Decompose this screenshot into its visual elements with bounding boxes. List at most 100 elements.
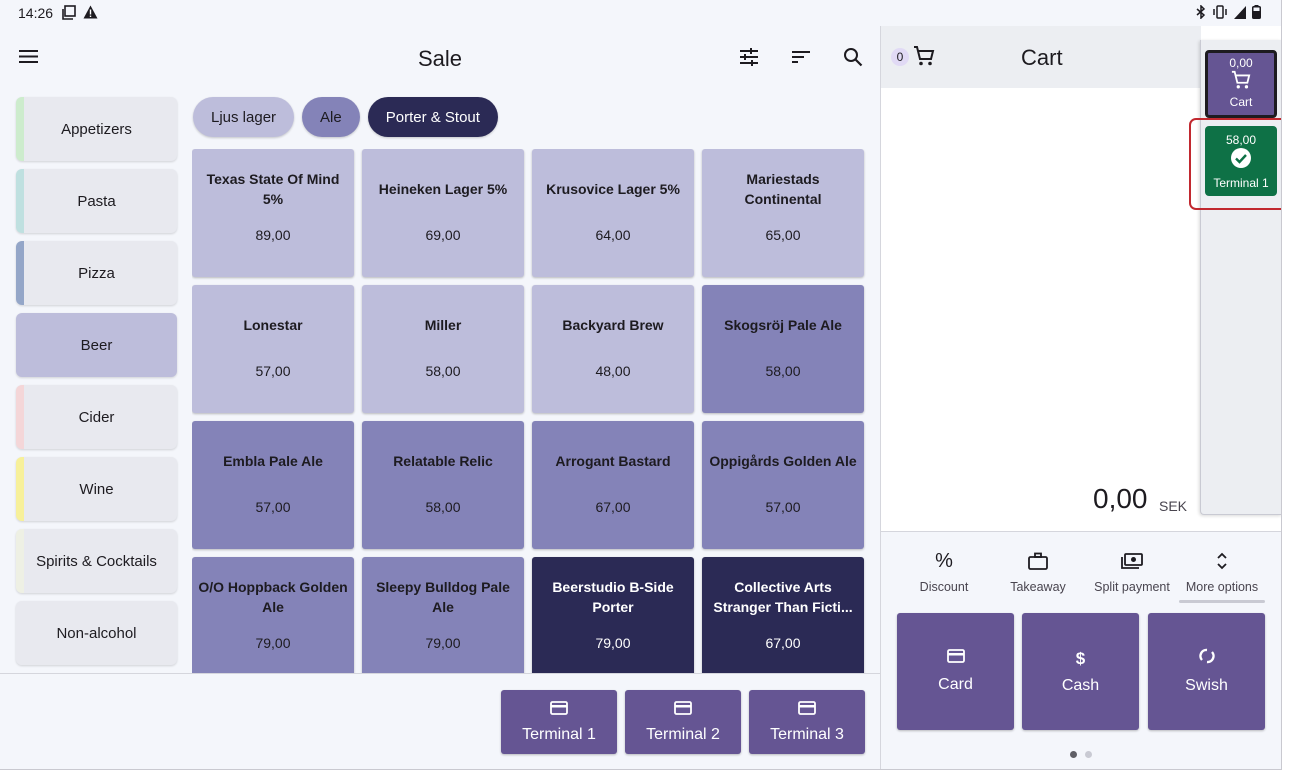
category-stripe — [16, 241, 24, 305]
swish-payment-button[interactable]: Swish — [1148, 613, 1265, 730]
product-tile[interactable]: Collective Arts Stranger Than Ficti... 67… — [702, 557, 864, 674]
cart-icon — [1230, 70, 1252, 95]
vibrate-icon — [1212, 5, 1228, 22]
category-stripe — [16, 169, 24, 233]
product-tile[interactable]: Beerstudio B-Side Porter 79,00 — [532, 557, 694, 674]
more-options-indicator — [1179, 600, 1265, 603]
category-label: Spirits & Cocktails — [36, 552, 157, 570]
product-price: 57,00 — [765, 499, 801, 515]
briefcase-icon — [1028, 550, 1048, 572]
category-cider[interactable]: Cider — [16, 385, 177, 449]
product-tile[interactable]: Miller 58,00 — [362, 285, 524, 413]
dollar-icon: $ — [1075, 648, 1086, 668]
bluetooth-icon — [1196, 4, 1206, 22]
product-tile[interactable]: Embla Pale Ale 57,00 — [192, 421, 354, 549]
product-tile[interactable]: O/O Hoppback Golden Ale 79,00 — [192, 557, 354, 674]
category-label: Wine — [79, 480, 114, 498]
category-label: Pasta — [77, 192, 116, 210]
cart-header: 0 Cart — [881, 26, 1201, 88]
action-label: Split payment — [1094, 580, 1170, 594]
product-price: 64,00 — [595, 227, 631, 243]
product-name: Oppigårds Golden Ale — [709, 453, 857, 469]
product-price: 65,00 — [765, 227, 801, 243]
category-pasta[interactable]: Pasta — [16, 169, 177, 233]
chip-ljus-lager[interactable]: Ljus lager — [193, 97, 295, 137]
discount-button[interactable]: % Discount — [897, 550, 991, 598]
product-tile[interactable]: Sleepy Bulldog Pale Ale 79,00 — [362, 557, 524, 674]
terminal-1-button[interactable]: Terminal 1 — [501, 690, 617, 754]
screenshot-icon — [62, 5, 77, 23]
product-price: 79,00 — [595, 635, 631, 651]
category-wine[interactable]: Wine — [16, 457, 177, 521]
card-payment-button[interactable]: Card — [897, 613, 1014, 730]
product-name: O/O Hoppback Golden Ale — [198, 579, 348, 615]
product-price: 57,00 — [255, 363, 291, 379]
product-tile[interactable]: Skogsröj Pale Ale 58,00 — [702, 285, 864, 413]
card-icon — [550, 700, 568, 720]
action-label: More options — [1185, 580, 1259, 594]
category-stripe — [16, 457, 24, 521]
category-stripe — [16, 529, 24, 593]
cart-icon — [913, 45, 935, 72]
category-label: Appetizers — [61, 120, 132, 138]
product-name: Heineken Lager 5% — [378, 181, 508, 197]
terminal-3-button[interactable]: Terminal 3 — [749, 690, 865, 754]
terminal-2-button[interactable]: Terminal 2 — [625, 690, 741, 754]
product-name: Arrogant Bastard — [555, 453, 671, 469]
chip-porter-stout[interactable]: Porter & Stout — [367, 97, 498, 137]
takeaway-button[interactable]: Takeaway — [991, 550, 1085, 598]
product-tile[interactable]: Mariestads Continental 65,00 — [702, 149, 864, 277]
rail-cart-label: Cart — [1229, 95, 1253, 109]
card-icon — [946, 649, 965, 668]
card-icon — [798, 700, 816, 720]
product-name: Mariestads Continental — [744, 171, 822, 207]
category-appetizers[interactable]: Appetizers — [16, 97, 177, 161]
product-price: 57,00 — [255, 499, 291, 515]
chip-ale[interactable]: Ale — [302, 97, 360, 137]
product-tile[interactable]: Relatable Relic 58,00 — [362, 421, 524, 549]
product-price: 89,00 — [255, 227, 291, 243]
payment-label: Cash — [1061, 676, 1100, 694]
more-options-button[interactable]: More options — [1175, 550, 1269, 598]
battery-icon — [1252, 5, 1261, 22]
category-spirits-cocktails[interactable]: Spirits & Cocktails — [16, 529, 177, 593]
rail-terminal-1-button[interactable]: 58,00 Terminal 1 — [1205, 126, 1277, 196]
sort-icon[interactable] — [788, 44, 814, 70]
category-stripe — [16, 97, 24, 161]
product-tile[interactable]: Krusovice Lager 5% 64,00 — [532, 149, 694, 277]
category-pizza[interactable]: Pizza — [16, 241, 177, 305]
rail-terminal-amount: 58,00 — [1225, 133, 1257, 147]
split-payment-icon — [1121, 550, 1143, 572]
rail-cart-amount: 0,00 — [1229, 56, 1253, 70]
category-stripe — [16, 385, 24, 449]
category-stripe — [16, 601, 24, 665]
product-tile[interactable]: Lonestar 57,00 — [192, 285, 354, 413]
status-bar: 14:26 — [0, 0, 1281, 26]
action-label: Takeaway — [1010, 580, 1066, 594]
split-payment-button[interactable]: Split payment — [1085, 550, 1179, 598]
terminal-button-label: Terminal 3 — [770, 725, 844, 743]
terminal-bar: Terminal 1 Terminal 2 Terminal 3 — [0, 673, 880, 769]
app-bar: Sale — [0, 26, 880, 88]
product-tile[interactable]: Heineken Lager 5% 69,00 — [362, 149, 524, 277]
status-time: 14:26 — [18, 5, 54, 21]
product-name: Miller — [424, 317, 462, 333]
category-beer[interactable]: Beer — [16, 313, 177, 377]
product-tile[interactable]: Arrogant Bastard 67,00 — [532, 421, 694, 549]
search-icon[interactable] — [840, 44, 866, 70]
product-tile[interactable]: Texas State Of Mind 5% 89,00 — [192, 149, 354, 277]
category-non-alcohol[interactable]: Non-alcohol — [16, 601, 177, 665]
product-price: 58,00 — [765, 363, 801, 379]
percent-icon: % — [935, 549, 953, 572]
product-tile[interactable]: Oppigårds Golden Ale 57,00 — [702, 421, 864, 549]
rail-terminal-label: Terminal 1 — [1213, 176, 1269, 190]
terminal-button-label: Terminal 2 — [646, 725, 720, 743]
card-icon — [674, 700, 692, 720]
rail-cart-button[interactable]: 0,00 Cart — [1205, 50, 1277, 118]
tune-icon[interactable] — [736, 44, 762, 70]
category-label: Pizza — [78, 264, 115, 282]
product-name: Relatable Relic — [393, 453, 493, 469]
cash-payment-button[interactable]: $ Cash — [1022, 613, 1139, 730]
category-label: Non-alcohol — [56, 624, 137, 642]
product-tile[interactable]: Backyard Brew 48,00 — [532, 285, 694, 413]
